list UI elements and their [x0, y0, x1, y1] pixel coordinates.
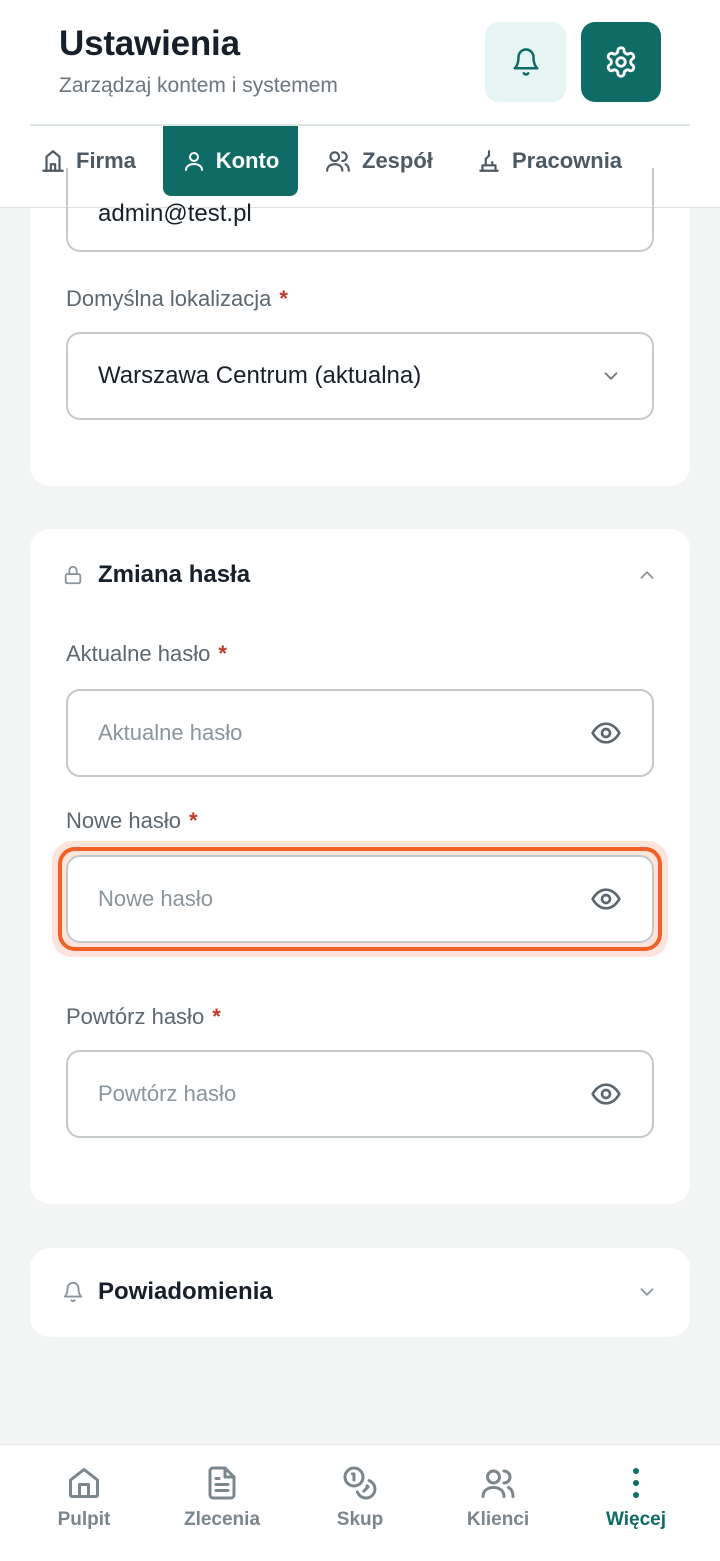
chevron-up-icon [640, 571, 654, 579]
nav-wiecej[interactable]: Więcej [576, 1465, 696, 1545]
email-value: admin@test.pl [98, 200, 252, 227]
eye-icon[interactable] [590, 1078, 622, 1110]
repeat-password-placeholder: Powtórz hasło [98, 1081, 237, 1106]
repeat-password-field[interactable]: Powtórz hasło [66, 1050, 654, 1138]
users-icon [481, 1469, 515, 1498]
eye-icon[interactable] [590, 717, 622, 749]
chevron-down-icon [604, 372, 618, 380]
nav-zlecenia[interactable]: Zlecenia [162, 1465, 282, 1545]
building-icon [42, 150, 64, 172]
notifications-card[interactable]: Powiadomienia [30, 1248, 690, 1337]
email-field[interactable]: admin@test.pl [66, 168, 654, 252]
location-value: Warszawa Centrum (aktualna) [98, 362, 422, 389]
bottom-nav: Pulpit Zlecenia Skup Klienci Więcej [0, 1444, 720, 1561]
repeat-password-label-text: Powtórz hasło [66, 1004, 205, 1029]
current-password-label: Aktualne hasło * [66, 641, 227, 667]
nav-label: Pulpit [57, 1509, 111, 1530]
chevron-down-icon [640, 1288, 654, 1296]
required-mark: * [212, 1004, 221, 1029]
page-title: Ustawienia [59, 24, 240, 63]
required-mark: * [279, 286, 288, 311]
current-password-label-text: Aktualne hasło [66, 641, 211, 666]
coins-icon [343, 1466, 377, 1500]
bell-icon [63, 1282, 83, 1303]
focus-outline [58, 847, 662, 951]
required-mark: * [188, 808, 198, 833]
more-vertical-icon [633, 1468, 639, 1498]
account-card: admin@test.pl Domyślna lokalizacja * Wars… [30, 168, 690, 486]
notifications-section-header[interactable]: Powiadomienia [62, 1274, 658, 1310]
required-mark: * [218, 641, 227, 666]
nav-label: Skup [336, 1509, 384, 1530]
notifications-section-title: Powiadomienia [98, 1278, 273, 1305]
current-password-placeholder: Aktualne hasło [98, 720, 243, 745]
new-password-label-text: Nowe hasło [66, 808, 181, 833]
nav-pulpit[interactable]: Pulpit [24, 1465, 144, 1545]
home-icon [69, 1468, 99, 1498]
nav-label: Klienci [466, 1509, 530, 1530]
settings-button[interactable] [581, 22, 661, 102]
header-card: Ustawienia Zarządzaj kontem i systemem [30, 0, 690, 126]
nav-label: Zlecenia [183, 1509, 261, 1530]
repeat-password-label: Powtórz hasło * [66, 1004, 221, 1030]
page-subtitle: Zarządzaj kontem i systemem [59, 74, 338, 97]
gear-icon [606, 46, 636, 78]
nav-klienci[interactable]: Klienci [438, 1465, 558, 1545]
lock-icon [64, 565, 82, 585]
new-password-label: Nowe hasło * [66, 808, 198, 834]
location-label: Domyślna lokalizacja * [66, 286, 288, 312]
password-section-header[interactable]: Zmiana hasła [62, 557, 658, 593]
nav-label: Więcej [605, 1509, 667, 1530]
nav-skup[interactable]: Skup [300, 1465, 420, 1545]
location-select[interactable]: Warszawa Centrum (aktualna) [66, 332, 654, 420]
password-section-title: Zmiana hasła [98, 561, 251, 588]
password-card: Zmiana hasła Aktualne hasło * Aktualne ha… [30, 529, 690, 1204]
bell-icon [513, 48, 538, 76]
document-icon [208, 1466, 236, 1500]
current-password-field[interactable]: Aktualne hasło [66, 689, 654, 777]
notifications-button[interactable] [485, 22, 566, 102]
location-label-text: Domyślna lokalizacja [66, 286, 272, 311]
